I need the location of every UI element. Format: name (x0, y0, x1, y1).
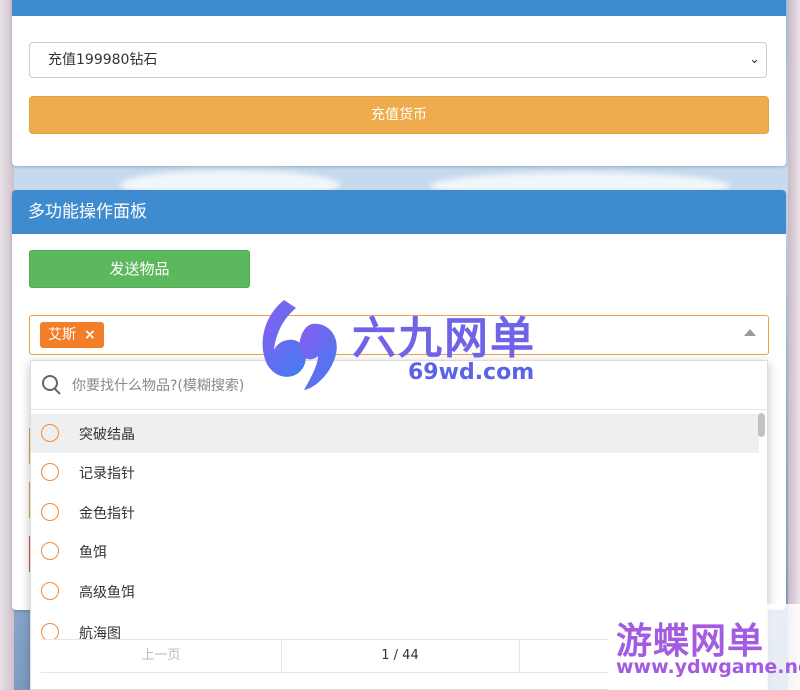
radio-icon[interactable] (41, 503, 59, 521)
watermark-brand-text: 六九网单 (352, 313, 536, 364)
item-option-label: 高级鱼饵 (79, 585, 135, 601)
item-option[interactable]: 突破结晶 (31, 414, 759, 453)
recharge-amount-value: 充值199980钻石 (48, 52, 158, 68)
item-search-placeholder[interactable]: 你要找什么物品?(模糊搜索) (72, 375, 244, 395)
item-option[interactable]: 鱼饵 (31, 532, 759, 571)
chevron-down-icon: ⌄ (749, 52, 760, 67)
selected-item-tag-label: 艾斯 (48, 327, 76, 343)
watermark-logo-icon (262, 300, 337, 390)
search-icon (42, 375, 58, 391)
item-search-field[interactable]: 你要找什么物品?(模糊搜索) (31, 361, 767, 410)
item-option-label: 金色指针 (79, 506, 135, 522)
watermark-brand-url: 69wd.com (408, 360, 535, 385)
radio-icon[interactable] (41, 582, 59, 600)
multi-panel-title: 多功能操作面板 (12, 190, 786, 234)
radio-icon[interactable] (41, 542, 59, 560)
item-option-label: 记录指针 (79, 466, 135, 482)
page-indicator: 1 / 44 (281, 640, 520, 672)
recharge-panel: 充值货币 充值199980钻石 ⌄ 充值货币 (12, 0, 786, 166)
dropdown-scrollbar[interactable] (758, 413, 765, 437)
selected-item-tag: 艾斯 × (40, 322, 104, 348)
recharge-submit-button[interactable]: 充值货币 (29, 96, 769, 134)
item-option-label: 鱼饵 (79, 545, 107, 561)
radio-icon[interactable] (41, 424, 59, 442)
recharge-amount-select[interactable]: 充值199980钻石 ⌄ (29, 42, 767, 78)
watermark2-brand-url: www.ydwgame.net (616, 656, 800, 678)
background-art-right (788, 0, 800, 690)
caret-up-icon[interactable] (744, 329, 756, 336)
radio-icon[interactable] (41, 463, 59, 481)
item-option[interactable]: 记录指针 (31, 453, 759, 492)
tag-remove-icon[interactable]: × (84, 327, 96, 343)
send-item-button[interactable]: 发送物品 (29, 250, 250, 288)
recharge-panel-title: 充值货币 (12, 0, 786, 16)
item-option-label: 突破结晶 (79, 427, 135, 443)
prev-page-button[interactable]: 上一页 (41, 640, 282, 672)
item-option[interactable]: 金色指针 (31, 493, 759, 532)
